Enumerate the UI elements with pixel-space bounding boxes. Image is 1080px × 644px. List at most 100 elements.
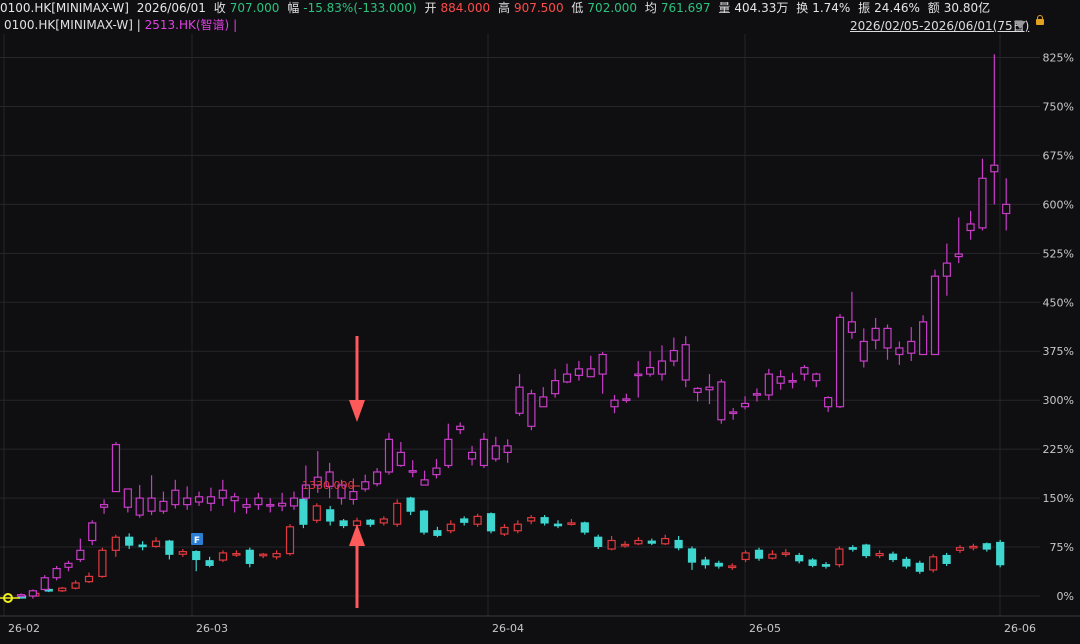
y-tick-label: 300% [1043, 394, 1074, 407]
zhipu-candle [847, 321, 857, 333]
y-tick-label: 75% [1050, 541, 1074, 554]
y-tick-label: 675% [1043, 149, 1074, 162]
minimax-candle [151, 540, 161, 547]
minimax-candle [527, 517, 536, 522]
zhipu-candle [349, 490, 358, 501]
zhipu-candle [396, 451, 405, 467]
minimax-candle [460, 518, 469, 523]
minimax-candle [272, 552, 281, 558]
zhipu-candle [871, 327, 880, 341]
zhipu-candle [586, 368, 595, 378]
zhipu-candle [812, 373, 821, 382]
zhipu-candle [657, 360, 667, 375]
zhipu-candle [883, 327, 892, 349]
minimax-candle [339, 520, 348, 527]
minimax-candle [728, 565, 737, 569]
zhipu-candle [610, 399, 619, 408]
minimax-candle [433, 530, 442, 536]
zhipu-candle [752, 393, 762, 396]
zhipu-candle [479, 438, 489, 467]
zhipu-candle [907, 340, 916, 354]
zhipu-candle [800, 366, 809, 375]
zhipu-candle [954, 253, 963, 258]
minimax-candle [178, 551, 187, 555]
zhipu-candle [835, 316, 845, 408]
minimax-candle [862, 544, 871, 557]
zhipu-candle [788, 380, 797, 383]
minimax-candle [98, 549, 107, 578]
zhipu-candle [740, 402, 750, 408]
zhipu-candle [242, 504, 251, 508]
zhipu-candle [52, 567, 61, 579]
zhipu-candle [147, 497, 156, 512]
minimax-candle [942, 554, 951, 564]
minimax-candle [768, 553, 777, 559]
zhipu-candle [598, 353, 607, 375]
minimax-candle [808, 559, 817, 566]
minimax-candle [607, 539, 616, 550]
minimax-candle [285, 526, 295, 555]
minimax-candle [58, 587, 67, 592]
x-tick-label: 26-04 [492, 622, 524, 635]
zhipu-candle [123, 488, 132, 508]
x-tick-label: 26-02 [8, 622, 40, 635]
minimax-candle [821, 564, 831, 567]
minimax-candle [848, 547, 857, 550]
zhipu-candle [171, 489, 180, 506]
minimax-candle [661, 537, 670, 545]
zhipu-candle [693, 387, 702, 393]
minimax-candle [366, 519, 375, 525]
minimax-candle [795, 554, 804, 562]
y-tick-label: 525% [1043, 247, 1074, 260]
minimax-candle [138, 544, 147, 548]
zhipu-candle [159, 500, 168, 512]
zhipu-candle [408, 470, 417, 473]
y-tick-label: 750% [1043, 100, 1074, 113]
minimax-candle [406, 497, 415, 512]
zhipu-candle [705, 386, 714, 391]
minimax-candle [902, 558, 911, 567]
minimax-candle [929, 556, 938, 571]
zhipu-candle [111, 443, 121, 493]
y-tick-label: 600% [1043, 198, 1074, 211]
f-badge-label: F [194, 536, 200, 546]
minimax-candle [754, 549, 764, 559]
zhipu-candle [942, 262, 951, 277]
minimax-candle [71, 582, 80, 589]
zhipu-candle [254, 497, 263, 506]
minimax-candle [218, 552, 228, 561]
minimax-candle [701, 559, 710, 566]
zhipu-candle [1002, 203, 1011, 215]
minimax-candle [594, 536, 603, 547]
minimax-candle [165, 540, 174, 555]
zhipu-candle [64, 562, 73, 568]
zhipu-candle [444, 438, 453, 467]
minimax-candle [473, 515, 482, 525]
zhipu-candle [978, 177, 987, 229]
zhipu-candle [562, 373, 572, 383]
zhipu-candle [729, 411, 738, 415]
minimax-candle [996, 541, 1005, 566]
zhipu-candle [218, 489, 227, 499]
zhipu-candle [717, 381, 726, 421]
zhipu-candle [491, 445, 500, 460]
zhipu-candle [384, 438, 394, 473]
zhipu-candle [183, 497, 192, 506]
minimax-candle [982, 543, 991, 550]
zhipu-candle [206, 496, 216, 504]
candlestick-chart[interactable]: 825% 750% 675% 600% 525% 450% 375% 300% 225% 150%… [0, 0, 1080, 644]
y-tick-label: 225% [1043, 443, 1074, 456]
zhipu-candle [266, 504, 275, 507]
zhipu-candle [824, 396, 833, 408]
minimax-candle [513, 523, 522, 532]
minimax-candle [232, 552, 241, 556]
minimax-candle [419, 510, 429, 533]
minimax-candle [687, 548, 697, 563]
minimax-candle [245, 549, 254, 564]
minimax-candle [875, 552, 884, 557]
zhipu-candle [16, 594, 26, 597]
zhipu-candle [456, 425, 465, 431]
minimax-candle [486, 513, 496, 532]
zhipu-candle [527, 393, 536, 427]
zhipu-candle [669, 349, 678, 362]
